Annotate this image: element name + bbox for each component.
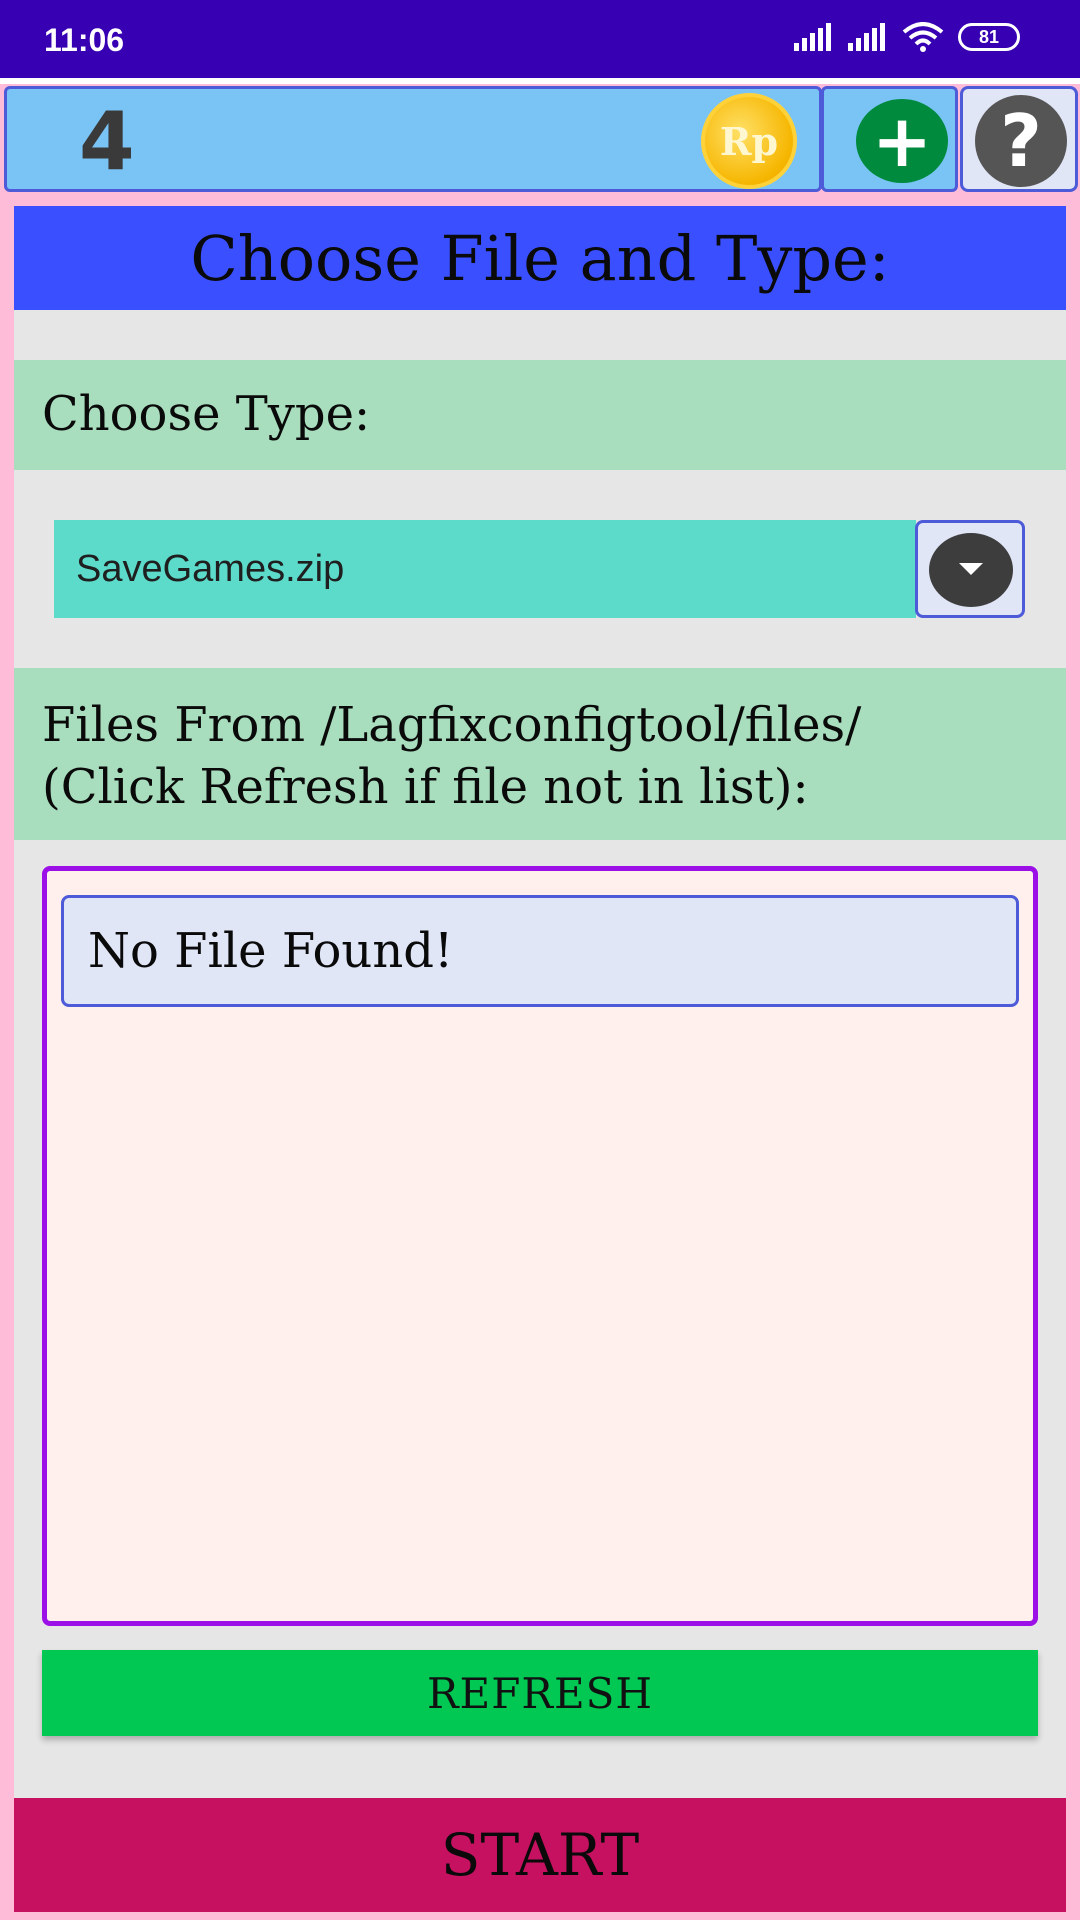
add-points-button[interactable]: +	[821, 86, 958, 192]
type-label: Choose Type:	[42, 386, 371, 442]
points-panel: 4 Rp	[4, 86, 822, 192]
type-label-band: Choose Type:	[14, 360, 1066, 470]
files-label-band: Files From /Lagfixconfigtool/files/ (Cli…	[14, 668, 1066, 840]
file-list[interactable]: No File Found!	[42, 866, 1038, 1626]
start-button[interactable]: START	[14, 1798, 1066, 1912]
type-selected-value: SaveGames.zip	[76, 547, 345, 590]
page-title: Choose File and Type:	[190, 221, 890, 295]
top-bar: 4 Rp + ?	[0, 84, 1080, 194]
type-dropdown[interactable]: SaveGames.zip	[54, 520, 1025, 618]
main-content: Choose File and Type: Choose Type: SaveG…	[14, 206, 1066, 1912]
points-value: 4	[79, 95, 135, 188]
status-icons: 81	[794, 22, 1020, 52]
type-dropdown-field[interactable]: SaveGames.zip	[54, 520, 916, 618]
refresh-button[interactable]: REFRESH	[42, 1650, 1038, 1736]
list-item[interactable]: No File Found!	[61, 895, 1019, 1007]
question-icon: ?	[975, 95, 1067, 187]
battery-icon: 81	[958, 23, 1020, 51]
coin-icon: Rp	[701, 93, 797, 189]
status-time: 11:06	[44, 22, 125, 58]
files-label-line2: (Click Refresh if file not in list):	[42, 759, 809, 815]
signal-icon	[848, 23, 885, 51]
signal-icon	[794, 23, 831, 51]
dropdown-button[interactable]	[915, 520, 1025, 618]
help-button[interactable]: ?	[960, 86, 1078, 192]
plus-icon: +	[856, 99, 948, 183]
files-label-line1: Files From /Lagfixconfigtool/files/	[42, 697, 862, 753]
page-title-band: Choose File and Type:	[14, 206, 1066, 310]
chevron-down-icon	[929, 533, 1013, 607]
status-bar: 11:06 81	[0, 0, 1080, 78]
wifi-icon	[902, 22, 944, 52]
